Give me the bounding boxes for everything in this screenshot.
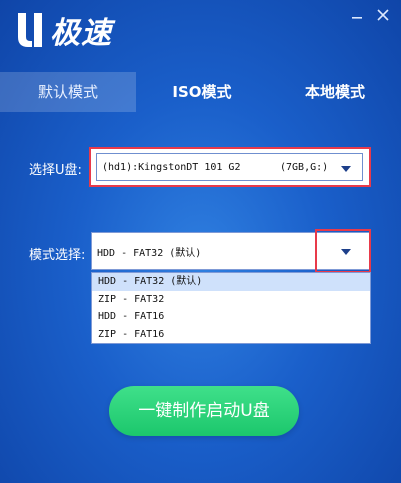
app-logo: 极速 [14,10,112,51]
u-logo-icon [18,13,42,47]
usb-select-field[interactable]: (hd1):KingstonDT 101 G2 (7GB,G:) [96,153,363,181]
mode-select-label: 模式选择: [29,248,86,263]
dropdown-option[interactable]: HDD - FAT32 (默认) [92,273,370,291]
close-button[interactable] [374,6,392,24]
usb-select-label: 选择U盘: [29,163,82,178]
minimize-button[interactable] [348,6,366,24]
mode-dropdown-list: HDD - FAT32 (默认) ZIP - FAT32 HDD - FAT16… [91,272,371,344]
tab-default-mode[interactable]: 默认模式 [0,72,136,112]
usb-device-name: (hd1):KingstonDT 101 G2 [102,162,241,173]
make-boot-usb-button[interactable]: 一键制作启动U盘 [109,386,299,436]
logo-text: 极速 [50,16,112,51]
mode-selected-value: HDD - FAT32 (默认) [97,248,202,259]
chevron-down-icon [341,249,351,255]
usb-device-size: (7GB,G:) [280,162,329,173]
usb-select[interactable]: (hd1):KingstonDT 101 G2 (7GB,G:) [89,147,371,187]
dropdown-option[interactable]: ZIP - FAT32 [92,291,370,309]
dropdown-option[interactable]: ZIP - FAT16 [92,326,370,344]
close-icon [377,9,389,21]
chevron-down-icon[interactable] [341,166,351,172]
tab-iso-mode[interactable]: ISO模式 [136,72,268,112]
minimize-icon [352,17,362,19]
dropdown-option[interactable]: HDD - FAT16 [92,308,370,326]
mode-tabs: 默认模式 ISO模式 本地模式 [0,72,401,112]
mode-dropdown-arrow-button[interactable] [315,229,371,273]
tab-local-mode[interactable]: 本地模式 [290,72,380,112]
